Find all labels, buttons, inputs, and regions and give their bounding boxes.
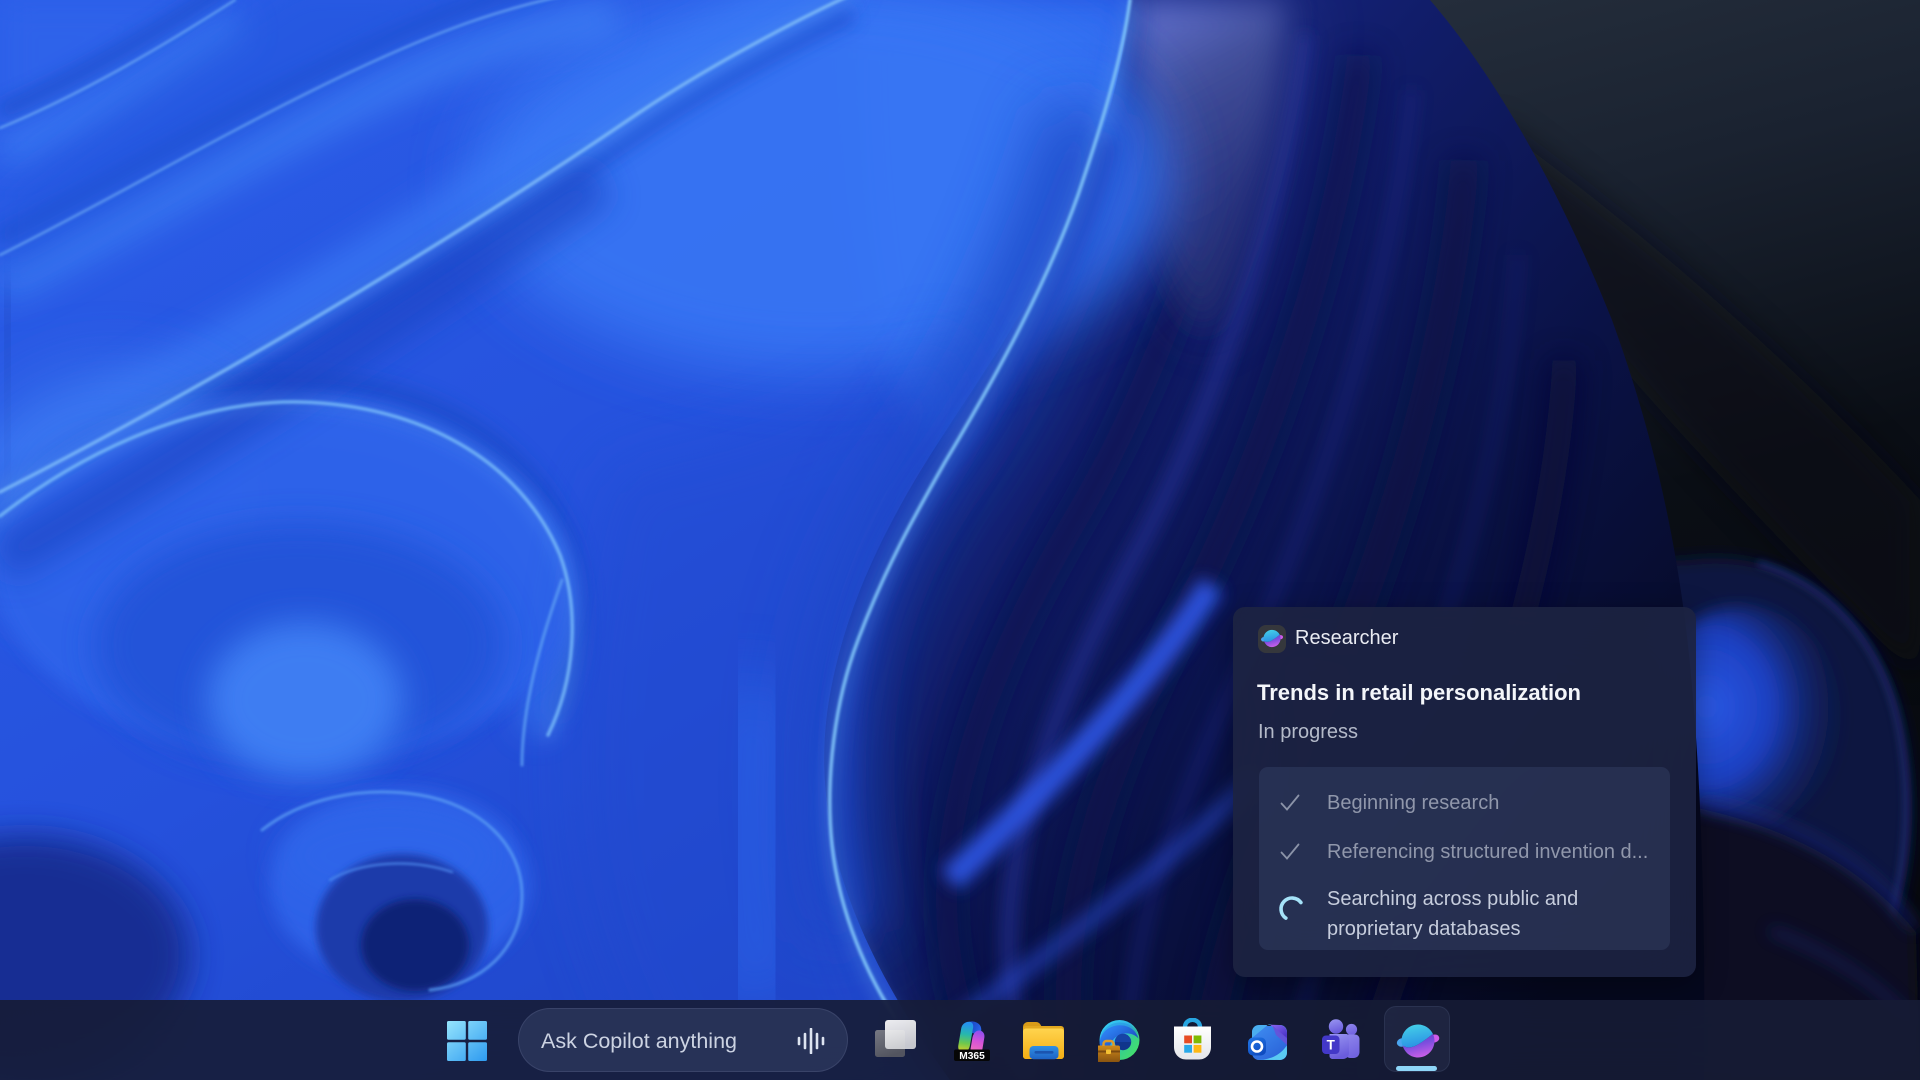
svg-text:T: T [1327, 1038, 1336, 1053]
svg-text:M365: M365 [959, 1051, 985, 1061]
